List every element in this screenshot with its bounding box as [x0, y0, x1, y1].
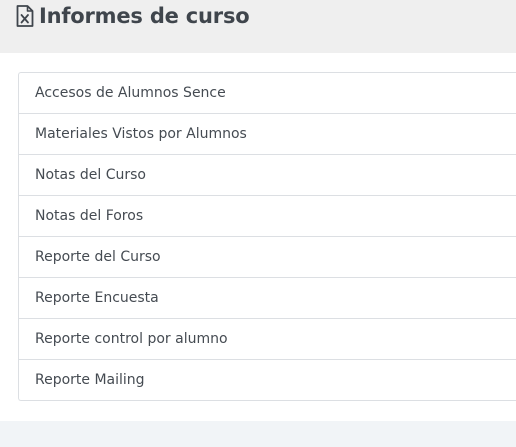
report-item-reporte-encuesta[interactable]: Reporte Encuesta [19, 278, 516, 319]
report-item-notas-foros[interactable]: Notas del Foros [19, 196, 516, 237]
report-item-reporte-mailing[interactable]: Reporte Mailing [19, 360, 516, 400]
page-title: Informes de curso [39, 4, 250, 28]
report-item-reporte-curso[interactable]: Reporte del Curso [19, 237, 516, 278]
report-item-materiales-vistos[interactable]: Materiales Vistos por Alumnos [19, 114, 516, 155]
page-header: Informes de curso [0, 0, 516, 53]
report-item-notas-curso[interactable]: Notas del Curso [19, 155, 516, 196]
reports-panel: Accesos de Alumnos Sence Materiales Vist… [0, 53, 516, 421]
report-item-reporte-control-alumno[interactable]: Reporte control por alumno [19, 319, 516, 360]
excel-file-icon [16, 5, 34, 27]
report-list: Accesos de Alumnos Sence Materiales Vist… [18, 72, 516, 401]
report-item-accesos-alumnos-sence[interactable]: Accesos de Alumnos Sence [19, 73, 516, 114]
page-title-group: Informes de curso [16, 3, 250, 29]
